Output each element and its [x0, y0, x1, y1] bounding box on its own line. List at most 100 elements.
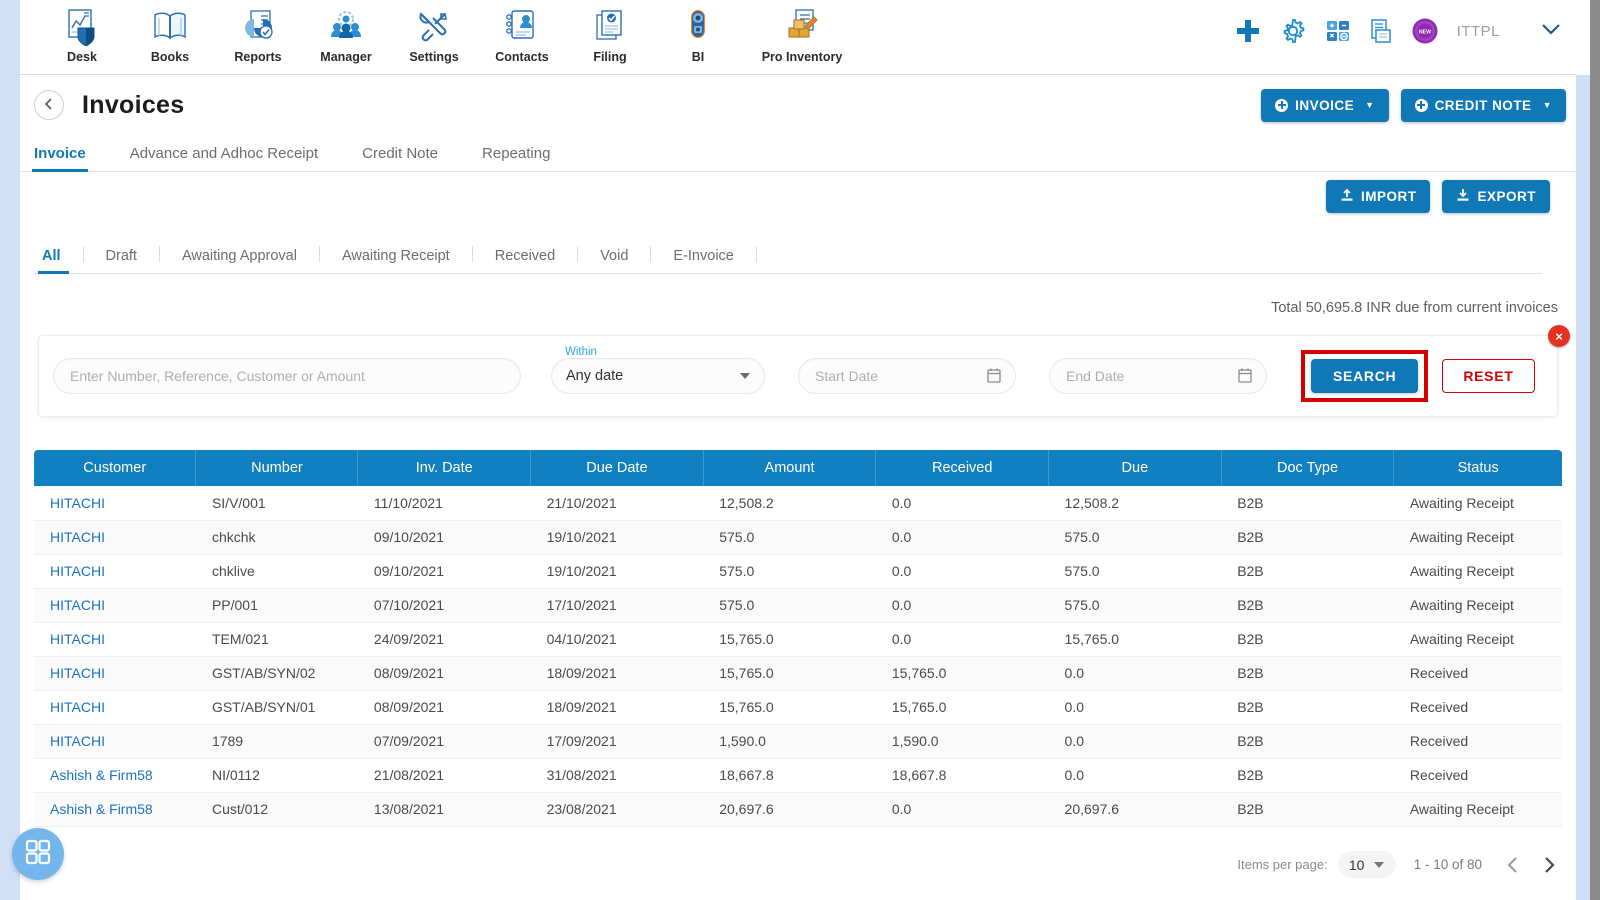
new-invoice-button[interactable]: INVOICE ▼ [1261, 88, 1389, 122]
import-button[interactable]: IMPORT [1325, 180, 1431, 213]
cell-customer[interactable]: HITACHI [34, 622, 196, 657]
close-filter-button[interactable]: × [1548, 325, 1570, 347]
nav-item-manager[interactable]: Manager [302, 0, 390, 64]
cell-customer[interactable]: HITACHI [34, 724, 196, 759]
cell-amount: 575.0 [703, 520, 876, 555]
table-row[interactable]: HITACHI PP/001 07/10/2021 17/10/2021 575.0 0.… [34, 588, 1562, 623]
search-input[interactable] [53, 358, 521, 394]
calculator-icon[interactable] [1325, 18, 1351, 44]
customer-link[interactable]: HITACHI [50, 495, 105, 511]
cell-inv-date: 09/10/2021 [357, 554, 531, 589]
pagination-range: 1 - 10 of 80 [1413, 857, 1482, 872]
status-tab-void[interactable]: Void [578, 248, 650, 273]
status-tab-awaiting-receipt[interactable]: Awaiting Receipt [320, 248, 472, 273]
new-badge-icon[interactable]: NEW [1411, 17, 1439, 45]
status-tab-received[interactable]: Received [473, 248, 577, 273]
tab-credit-note[interactable]: Credit Note [362, 145, 438, 171]
nav-item-books[interactable]: Books [126, 0, 214, 64]
cell-customer[interactable]: HITACHI [34, 520, 196, 555]
table-row[interactable]: HITACHI GST/AB/SYN/02 08/09/2021 18/09/2021… [34, 656, 1562, 691]
search-button[interactable]: SEARCH [1311, 359, 1419, 393]
nav-item-contacts[interactable]: Contacts [478, 0, 566, 64]
within-select-wrapper: Within Any date [551, 346, 765, 394]
table-row[interactable]: HITACHI chklive 09/10/2021 19/10/2021 575.0 0… [34, 554, 1562, 589]
column-header-inv-date[interactable]: Inv. Date [357, 450, 532, 486]
gear-icon[interactable] [1279, 17, 1307, 45]
customer-link[interactable]: HITACHI [50, 529, 105, 545]
table-row[interactable]: HITACHI 1789 07/09/2021 17/09/2021 1,590.0 1,… [34, 724, 1562, 759]
status-tab-all[interactable]: All [34, 248, 83, 274]
column-header-due-date[interactable]: Due Date [530, 450, 704, 486]
status-tab-e-invoice[interactable]: E-Invoice [651, 248, 755, 273]
nav-item-desk[interactable]: Desk [38, 0, 126, 64]
table-row[interactable]: HITACHI GST/AB/SYN/01 08/09/2021 18/09/2021… [34, 690, 1562, 725]
chevron-down-icon[interactable] [1518, 22, 1562, 41]
column-header-number[interactable]: Number [195, 450, 359, 486]
cell-customer[interactable]: HITACHI [34, 554, 196, 589]
add-plus-icon[interactable] [1235, 18, 1261, 44]
customer-link[interactable]: HITACHI [50, 631, 105, 647]
customer-link[interactable]: HITACHI [50, 699, 105, 715]
calendar-icon[interactable] [1237, 367, 1253, 389]
customer-link[interactable]: HITACHI [50, 597, 105, 613]
customer-link[interactable]: HITACHI [50, 665, 105, 681]
column-header-amount[interactable]: Amount [703, 450, 877, 486]
within-select[interactable]: Any date [551, 358, 765, 394]
column-header-received[interactable]: Received [875, 450, 1050, 486]
header-actions: INVOICE ▼ CREDIT NOTE ▼ [1261, 88, 1576, 122]
tab-repeating[interactable]: Repeating [482, 145, 550, 171]
apps-grid-fab[interactable] [12, 828, 64, 880]
cell-customer[interactable]: Ashish & Firm58 [34, 792, 196, 827]
cell-due: 0.0 [1048, 758, 1222, 793]
table-row[interactable]: Ashish & Firm58 Cust/012 13/08/2021 23/08/2… [34, 792, 1562, 827]
back-button[interactable] [34, 90, 64, 120]
start-date-input[interactable] [798, 358, 1016, 394]
cell-customer[interactable]: HITACHI [34, 486, 196, 521]
column-header-due[interactable]: Due [1048, 450, 1222, 486]
tab-invoice[interactable]: Invoice [32, 145, 88, 172]
nav-item-reports[interactable]: Reports [214, 0, 302, 64]
column-header-customer[interactable]: Customer [34, 450, 197, 486]
status-tab-awaiting-approval[interactable]: Awaiting Approval [160, 248, 319, 273]
cell-due: 0.0 [1048, 656, 1222, 691]
customer-link[interactable]: HITACHI [50, 733, 105, 749]
items-per-page-select[interactable]: 10 [1337, 851, 1396, 878]
nav-item-pro-inventory[interactable]: Pro Inventory [742, 0, 862, 64]
export-button[interactable]: EXPORT [1442, 180, 1550, 213]
end-date-input[interactable] [1049, 358, 1267, 394]
cell-customer[interactable]: HITACHI [34, 656, 196, 691]
page-scrollbar-track[interactable] [1576, 75, 1590, 900]
clipboard-doc-icon[interactable] [1369, 18, 1393, 44]
nav-item-settings[interactable]: Settings [390, 0, 478, 64]
nav-item-filing[interactable]: Filing [566, 0, 654, 64]
next-page-button[interactable] [1536, 852, 1562, 878]
previous-page-button[interactable] [1500, 852, 1526, 878]
cell-received: 18,667.8 [875, 758, 1049, 793]
column-header-status[interactable]: Status [1393, 450, 1562, 486]
cell-due: 15,765.0 [1048, 622, 1222, 657]
status-tab-draft[interactable]: Draft [84, 248, 159, 273]
cell-doc-type: B2B [1221, 520, 1394, 555]
column-header-doc-type[interactable]: Doc Type [1221, 450, 1395, 486]
table-row[interactable]: HITACHI TEM/021 24/09/2021 04/10/2021 15,765… [34, 622, 1562, 657]
items-per-page-label: Items per page: [1237, 857, 1328, 872]
cell-customer[interactable]: Ashish & Firm58 [34, 758, 196, 793]
cell-customer[interactable]: HITACHI [34, 588, 196, 623]
nav-item-bi[interactable]: BI [654, 0, 742, 64]
customer-link[interactable]: Ashish & Firm58 [50, 767, 153, 783]
calendar-icon[interactable] [986, 367, 1002, 389]
customer-link[interactable]: Ashish & Firm58 [50, 801, 153, 817]
table-row[interactable]: Ashish & Firm58 NI/0112 21/08/2021 31/08/20… [34, 758, 1562, 793]
import-label: IMPORT [1360, 189, 1417, 204]
cell-customer[interactable]: HITACHI [34, 690, 196, 725]
table-row[interactable]: HITACHI SI/V/001 11/10/2021 21/10/2021 12,50… [34, 486, 1562, 521]
tab-advance-adhoc-receipt[interactable]: Advance and Adhoc Receipt [130, 145, 318, 171]
table-row[interactable]: HITACHI chkchk 09/10/2021 19/10/2021 575.0 0.… [34, 520, 1562, 555]
new-credit-note-button[interactable]: CREDIT NOTE ▼ [1400, 88, 1566, 122]
right-edge-strip [1590, 0, 1600, 900]
nav-label-manager: Manager [320, 50, 372, 64]
reset-button[interactable]: RESET [1442, 359, 1535, 393]
customer-link[interactable]: HITACHI [50, 563, 105, 579]
tab-divider [755, 246, 757, 262]
grid-apps-icon [25, 839, 51, 870]
